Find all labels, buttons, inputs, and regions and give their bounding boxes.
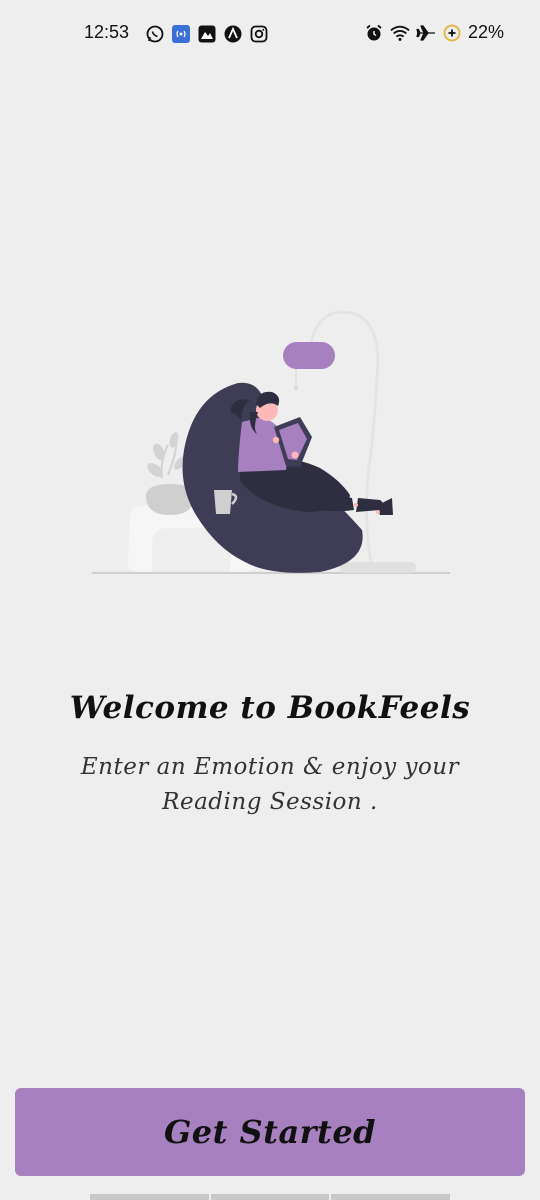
nav-home-button[interactable] bbox=[210, 1194, 330, 1200]
get-started-button[interactable]: Get Started bbox=[15, 1088, 525, 1176]
system-status: 22% bbox=[364, 22, 504, 43]
instagram-icon bbox=[250, 25, 268, 43]
reading-woman-illustration bbox=[92, 310, 450, 574]
hotspot-icon bbox=[172, 25, 190, 43]
status-time: 12:53 bbox=[84, 22, 130, 42]
navigation-bar bbox=[90, 1194, 451, 1200]
welcome-title: Welcome to BookFeels bbox=[69, 690, 471, 726]
welcome-subtitle: Enter an Emotion & enjoy your Reading Se… bbox=[80, 754, 460, 815]
lamp-shade bbox=[283, 342, 335, 369]
lamp-base bbox=[340, 562, 416, 573]
battery-percent: 22% bbox=[467, 22, 504, 42]
nav-back-button[interactable] bbox=[331, 1194, 451, 1200]
battery-saver-icon bbox=[443, 24, 461, 41]
airplane-icon bbox=[416, 24, 435, 41]
nav-recents-button[interactable] bbox=[90, 1194, 209, 1200]
wifi-icon bbox=[390, 25, 410, 41]
whatsapp-icon bbox=[146, 25, 164, 43]
gallery-icon bbox=[198, 25, 216, 43]
alarm-icon bbox=[366, 24, 382, 40]
welcome-screen: 12:53 22% Welcome to BookFeels Enter an … bbox=[0, 0, 540, 1200]
notification-icons bbox=[145, 24, 269, 44]
nova-icon bbox=[224, 25, 242, 43]
status-bar: 12:53 22% bbox=[0, 0, 540, 68]
